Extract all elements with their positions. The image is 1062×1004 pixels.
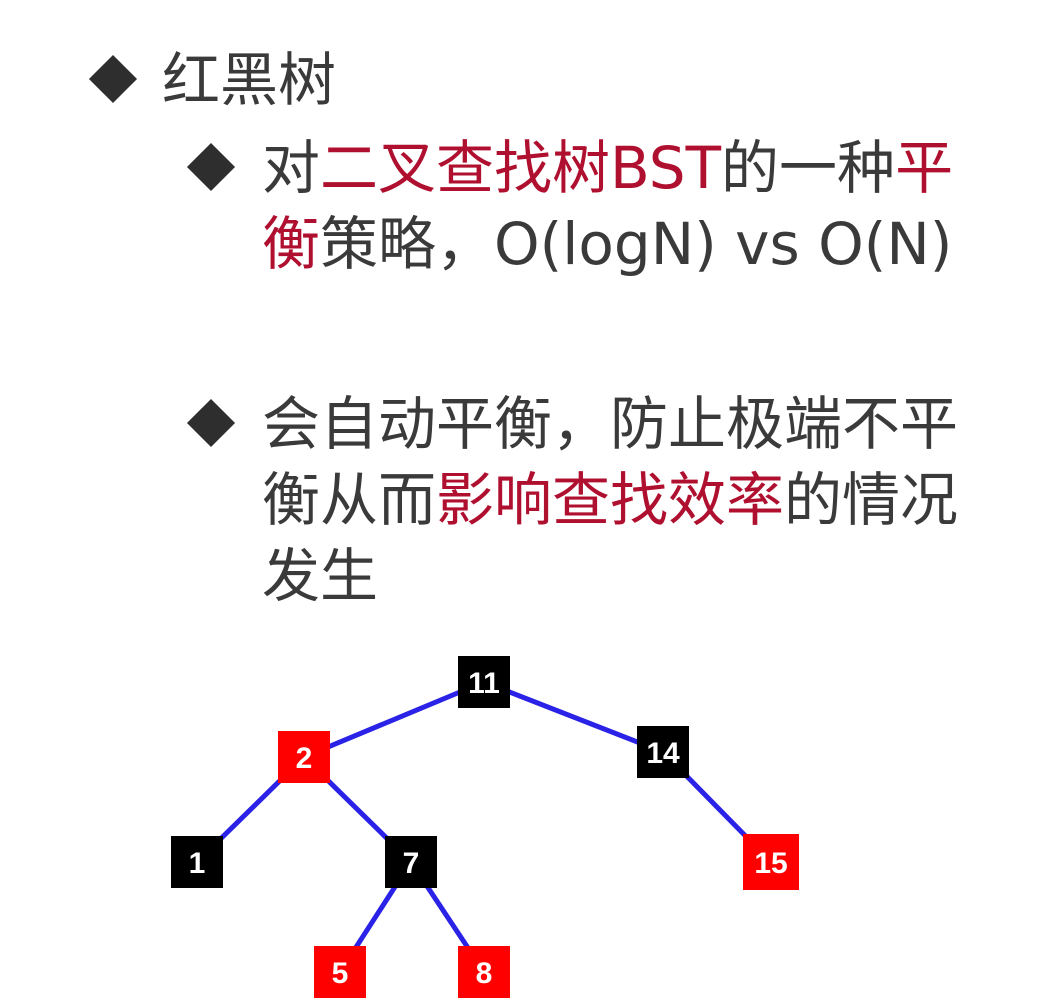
tree-edge-n11-n2 — [303, 679, 485, 760]
tree-node-8: 8 — [458, 946, 510, 998]
tree-node-label: 15 — [754, 847, 787, 880]
tree-node-5: 5 — [314, 946, 366, 998]
red-black-tree-diagram: 11 2 14 1 7 15 5 8 — [171, 656, 799, 998]
tree-node-label: 5 — [332, 957, 349, 990]
tree-node-label: 11 — [468, 667, 500, 700]
tree-node-label: 7 — [403, 847, 420, 880]
tree-node-15: 15 — [743, 834, 799, 890]
tree-node-label: 14 — [646, 737, 680, 770]
tree-edge-n11-n14 — [483, 679, 664, 755]
tree-node-2: 2 — [278, 731, 330, 783]
tree-node-1: 1 — [171, 836, 223, 888]
tree-node-7: 7 — [385, 836, 437, 888]
tree-node-14: 14 — [637, 726, 689, 778]
tree-node-label: 2 — [296, 742, 313, 775]
tree-node-label: 8 — [476, 957, 493, 990]
tree-node-11: 11 — [458, 656, 510, 708]
tree-node-label: 1 — [189, 847, 206, 880]
